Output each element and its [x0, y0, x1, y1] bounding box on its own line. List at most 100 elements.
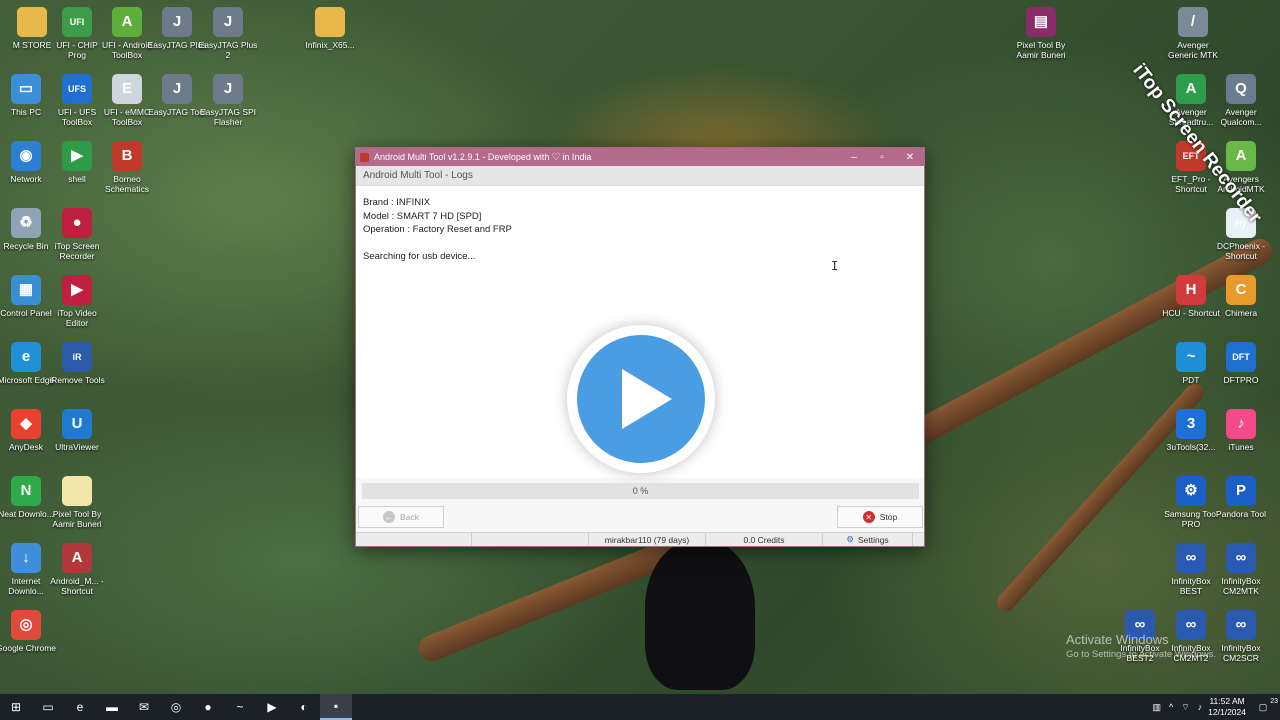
desktop-icon[interactable]: B Borneo Schematics	[97, 141, 157, 194]
task-view-icon[interactable]: ▭	[32, 694, 64, 720]
desktop-icon[interactable]: ▶ iTop Video Editor	[47, 275, 107, 328]
status-empty-2	[472, 533, 589, 546]
desktop-icon[interactable]: ▤ Pixel Tool By Aamir Buneri	[1011, 7, 1071, 60]
desktop-icon-label: Avenger Qualcom...	[1220, 107, 1262, 127]
clock[interactable]: 11:52 AM 12/1/2024	[1208, 696, 1246, 718]
tray-icons: ▥ ^ ⌔ ♪	[1152, 702, 1202, 713]
desktop-icon[interactable]: Q Avenger Qualcom...	[1211, 74, 1271, 127]
edge-icon: e	[11, 342, 41, 372]
close-icon[interactable]: ✕	[896, 152, 924, 163]
3utools-icon: 3	[1176, 409, 1206, 439]
pdt-icon[interactable]: ~	[224, 694, 256, 720]
video-editor-icon: ▶	[62, 275, 92, 305]
edge-icon[interactable]: e	[64, 694, 96, 720]
video-editor-icon[interactable]: ▶	[256, 694, 288, 720]
pdt-icon: ~	[1176, 342, 1206, 372]
itunes-icon: ♪	[1226, 409, 1256, 439]
desktop-icon[interactable]: ◎ Google Chrome	[0, 610, 56, 653]
desktop-icon[interactable]: J EasyJTAG Plus 2	[198, 7, 258, 60]
clock-time: 11:52 AM	[1209, 696, 1245, 706]
desktop-icon[interactable]: iR iRemove Tools	[47, 342, 107, 385]
app-icon	[360, 152, 369, 162]
minimize-icon[interactable]: –	[840, 152, 868, 163]
emmc-icon: E	[112, 74, 142, 104]
wifi-icon[interactable]: ⌔	[1181, 702, 1189, 713]
window-title-suffix: in India	[562, 152, 592, 162]
desktop-icon-label: InfinityBox CM2MTK	[1221, 576, 1261, 596]
logs-panel[interactable]: Brand : INFINIX Model : SMART 7 HD [SPD]…	[356, 186, 924, 478]
chrome-icon[interactable]: ◎	[160, 694, 192, 720]
tool-icon: J	[162, 7, 192, 37]
back-button-label: Back	[400, 512, 419, 522]
window-titlebar[interactable]: Android Multi Tool v1.2.9.1 - Developed …	[356, 148, 924, 166]
desktop-icon[interactable]: A Android_M... - Shortcut	[47, 543, 107, 596]
desktop-icon[interactable]: U UltraViewer	[47, 409, 107, 452]
windows-start-icon[interactable]: ⊞	[0, 694, 32, 720]
log-model: Model : SMART 7 HD [SPD]	[363, 210, 482, 222]
schematics-icon: B	[112, 141, 142, 171]
desktop-icon-label: EasyJTAG SPI Flasher	[199, 107, 257, 127]
clock-date: 12/1/2024	[1208, 707, 1246, 717]
desktop-icon-label: Google Chrome	[0, 643, 57, 653]
android-icon: A	[1226, 141, 1256, 171]
desktop-icon-label: UltraViewer	[55, 442, 99, 452]
desktop-icon[interactable]: ● iTop Screen Recorder	[47, 208, 107, 261]
text-cursor-icon: I	[831, 259, 839, 273]
tool-icon: J	[162, 74, 192, 104]
avenger-icon: A	[1176, 74, 1206, 104]
recorder-icon: ●	[62, 208, 92, 238]
settings-button[interactable]: ⚙ Settings	[823, 533, 913, 546]
ufs-icon: UFS	[62, 74, 92, 104]
status-user: mirakbar110 (79 days)	[589, 533, 706, 546]
android-icon: A	[112, 7, 142, 37]
chrome-icon: ◎	[11, 610, 41, 640]
android-multi-tool-icon[interactable]: ▪	[320, 694, 352, 720]
video-play-button[interactable]	[567, 325, 715, 473]
desktop-icon[interactable]: J EasyJTAG SPI Flasher	[198, 74, 258, 127]
desktop-icon[interactable]: C Chimera	[1211, 275, 1271, 318]
file-explorer-icon[interactable]: ▬	[96, 694, 128, 720]
desktop-icon-label: Pixel Tool By Aamir Buneri	[52, 509, 102, 529]
desktop-icon[interactable]: / Avenger Generic MTK	[1163, 7, 1223, 60]
desktop-icon[interactable]: DFT DFTPRO	[1211, 342, 1271, 385]
desktop-icon[interactable]: ∞ InfinityBox CM2MTK	[1211, 543, 1271, 596]
mail-icon[interactable]: ✉	[128, 694, 160, 720]
computer-icon: ▭	[11, 74, 41, 104]
desktop-icon-label: InfinityBox CM2SCR	[1221, 643, 1261, 663]
stop-button[interactable]: ✕ Stop	[837, 506, 923, 528]
toucan-bird	[645, 540, 755, 690]
log-brand: Brand : INFINIX	[363, 197, 431, 208]
desktop-icon[interactable]: ♪ iTunes	[1211, 409, 1271, 452]
taskbar-apps: ⊞ ▭ e ▬ ✉ ◎ ● ~ ▶ ◐ ▪	[0, 694, 352, 720]
notification-count: 23	[1270, 697, 1278, 705]
desktop-icon[interactable]: Pixel Tool By Aamir Buneri	[47, 476, 107, 529]
anydesk-icon: ◆	[11, 409, 41, 439]
stop-x-icon: ✕	[862, 511, 875, 523]
control-panel-icon: ▦	[11, 275, 41, 305]
desktop-icon-label: Avenger Generic MTK	[1167, 40, 1219, 60]
desktop-icon-label: Borneo Schematics	[105, 174, 149, 194]
tool-icon: /	[1178, 7, 1208, 37]
recorder-icon[interactable]: ●	[192, 694, 224, 720]
chevron-up-icon[interactable]: ^	[1169, 702, 1173, 713]
shortcut-icon: A	[62, 543, 92, 573]
ultraviewer-icon: U	[62, 409, 92, 439]
settings-label: Settings	[857, 534, 889, 545]
volume-icon[interactable]: ♪	[1198, 702, 1203, 713]
desktop-icon-label: Pixel Tool By Aamir Buneri	[1016, 40, 1066, 60]
window-statusbar: mirakbar110 (79 days) 0.0 Credits ⚙ Sett…	[356, 532, 924, 546]
desktop-icon[interactable]: ∞ InfinityBox CM2SCR	[1211, 610, 1271, 663]
network-tray-icon[interactable]: ▥	[1152, 702, 1161, 713]
desktop-icon-label: iTop Screen Recorder	[54, 241, 100, 261]
status-credits: 0.0 Credits	[706, 533, 823, 546]
notification-center-button[interactable]: ▢ 23	[1252, 698, 1278, 713]
hcu-icon: H	[1176, 275, 1206, 305]
desktop-icon[interactable]: P Pandora Tool	[1211, 476, 1271, 519]
desktop-icon[interactable]: Infinix_X65...	[300, 7, 360, 50]
play-icon	[622, 369, 672, 429]
download-icon: N	[11, 476, 41, 506]
maximize-icon[interactable]: ▫	[868, 152, 896, 163]
settings-app-icon[interactable]: ◐	[288, 694, 320, 720]
desktop-icon-label: iTunes	[1228, 442, 1254, 452]
back-button[interactable]: ← Back	[358, 506, 444, 528]
